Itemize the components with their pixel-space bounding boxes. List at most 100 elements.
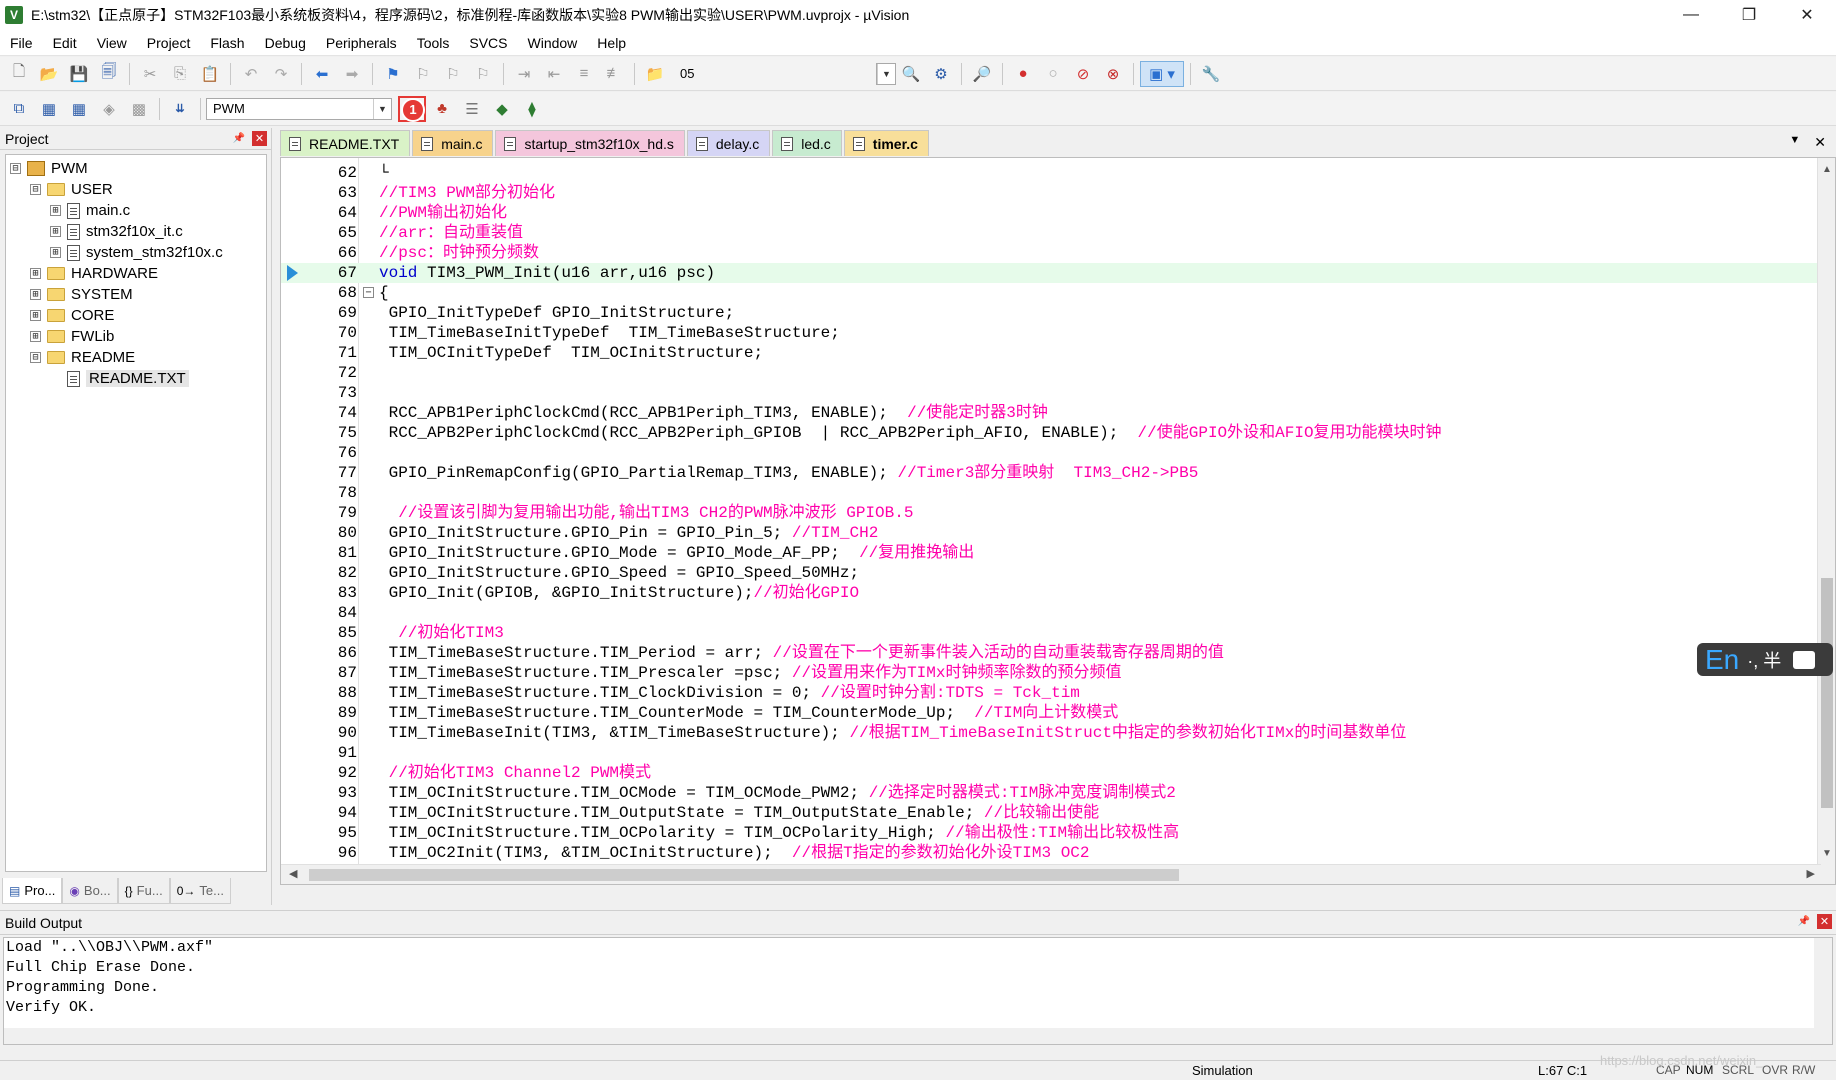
tree-item-core[interactable]: ⊞ CORE: [30, 304, 114, 327]
tree-item-main-c[interactable]: ⊞ main.c: [50, 199, 130, 222]
code-line[interactable]: 94 TIM_OCInitStructure.TIM_OutputState =…: [281, 803, 1821, 823]
code-line[interactable]: 74 RCC_APB1PeriphClockCmd(RCC_APB1Periph…: [281, 403, 1821, 423]
code-line[interactable]: 71 TIM_OCInitTypeDef TIM_OCInitStructure…: [281, 343, 1821, 363]
expand-icon[interactable]: ⊞: [30, 268, 41, 279]
expand-icon[interactable]: ⊞: [30, 289, 41, 300]
tree-item-readme-txt[interactable]: README.TXT: [67, 367, 189, 390]
open-file-icon[interactable]: 📂: [35, 61, 63, 87]
code-line[interactable]: 95 TIM_OCInitStructure.TIM_OCPolarity = …: [281, 823, 1821, 843]
expand-icon[interactable]: ⊞: [50, 226, 61, 237]
code-line[interactable]: 85 //初始化TIM3: [281, 623, 1821, 643]
tree-item-pwm[interactable]: ⊟ PWM: [10, 157, 88, 180]
code-line[interactable]: 88 TIM_TimeBaseStructure.TIM_ClockDivisi…: [281, 683, 1821, 703]
code-line[interactable]: 91: [281, 743, 1821, 763]
target-select[interactable]: PWM ▼: [206, 97, 392, 120]
editor-vertical-scrollbar[interactable]: ▲ ▼: [1817, 158, 1835, 884]
tab-startup-s[interactable]: startup_stm32f10x_hd.s: [495, 130, 685, 156]
close-tab-icon[interactable]: ✕: [1814, 134, 1826, 151]
code-line[interactable]: 77 GPIO_PinRemapConfig(GPIO_PartialRemap…: [281, 463, 1821, 483]
scroll-down-icon[interactable]: ▼: [1818, 844, 1835, 862]
code-line[interactable]: 82 GPIO_InitStructure.GPIO_Speed = GPIO_…: [281, 563, 1821, 583]
code-line[interactable]: 87 TIM_TimeBaseStructure.TIM_Prescaler =…: [281, 663, 1821, 683]
tree-item-system-stm32f10x[interactable]: ⊞ system_stm32f10x.c: [50, 241, 223, 264]
uncomment-icon[interactable]: ≢: [600, 61, 628, 87]
tab-templates[interactable]: 0→ Te...: [169, 878, 231, 904]
menu-view[interactable]: View: [87, 30, 137, 56]
scroll-up-icon[interactable]: ▲: [1818, 160, 1835, 178]
scroll-thumb[interactable]: [309, 869, 1179, 881]
tree-item-hardware[interactable]: ⊞ HARDWARE: [30, 262, 158, 285]
collapse-icon[interactable]: ⊟: [30, 184, 41, 195]
window-layout-icon[interactable]: ▣ ▾: [1140, 60, 1184, 87]
comment-icon[interactable]: ≡: [570, 61, 598, 87]
cut-icon[interactable]: ✂: [136, 61, 164, 87]
menu-window[interactable]: Window: [518, 30, 588, 56]
close-icon[interactable]: ✕: [1817, 914, 1832, 929]
collapse-icon[interactable]: ⊟: [30, 352, 41, 363]
build-icon[interactable]: ▦: [35, 96, 63, 122]
redo-icon[interactable]: ↷: [267, 61, 295, 87]
code-line[interactable]: 80 GPIO_InitStructure.GPIO_Pin = GPIO_Pi…: [281, 523, 1821, 543]
expand-icon[interactable]: ⊞: [30, 331, 41, 342]
build-output-horizontal-scrollbar[interactable]: [4, 1028, 1816, 1044]
code-line[interactable]: 75 RCC_APB2PeriphClockCmd(RCC_APB2Periph…: [281, 423, 1821, 443]
find-combo[interactable]: 05: [674, 63, 876, 85]
rebuild-icon[interactable]: ▦: [65, 96, 93, 122]
tab-list-dropdown-icon[interactable]: ▼: [1789, 134, 1800, 151]
menu-svcs[interactable]: SVCS: [459, 30, 517, 56]
prev-bookmark-icon[interactable]: ⚐: [409, 61, 437, 87]
next-bookmark-icon[interactable]: ⚐: [439, 61, 467, 87]
menu-tools[interactable]: Tools: [407, 30, 460, 56]
expand-icon[interactable]: ⊞: [30, 310, 41, 321]
code-line[interactable]: 64 //PWM输出初始化: [281, 203, 1821, 223]
find-icon[interactable]: 🔍: [897, 61, 925, 87]
tab-timer-c[interactable]: timer.c: [843, 130, 929, 156]
close-button[interactable]: ✕: [1778, 0, 1836, 30]
code-line[interactable]: 90 TIM_TimeBaseInit(TIM3, &TIM_TimeBaseS…: [281, 723, 1821, 743]
code-line[interactable]: 68−{: [281, 283, 1821, 303]
target-options-icon[interactable]: 1: [398, 95, 426, 122]
collapse-icon[interactable]: ⊟: [10, 163, 21, 174]
paste-icon[interactable]: 📋: [196, 61, 224, 87]
pin-icon[interactable]: 📌: [1797, 914, 1811, 928]
tab-project[interactable]: ▤ Pro...: [2, 878, 63, 904]
restore-button[interactable]: ❐: [1720, 0, 1778, 30]
menu-debug[interactable]: Debug: [255, 30, 316, 56]
code-line[interactable]: 83 GPIO_Init(GPIOB, &GPIO_InitStructure)…: [281, 583, 1821, 603]
breakpoint-icon[interactable]: ●: [1009, 61, 1037, 87]
code-line[interactable]: 78: [281, 483, 1821, 503]
save-all-icon[interactable]: 🗐: [95, 61, 123, 87]
configure-wrench-icon[interactable]: 🔧: [1197, 61, 1225, 87]
editor-horizontal-scrollbar[interactable]: ◀ ▶: [281, 864, 1821, 884]
scroll-left-icon[interactable]: ◀: [289, 867, 297, 880]
bookmark-icon[interactable]: ⚑: [379, 61, 407, 87]
code-line[interactable]: 70 TIM_TimeBaseInitTypeDef TIM_TimeBaseS…: [281, 323, 1821, 343]
navigate-back-icon[interactable]: ⬅: [308, 61, 336, 87]
menu-file[interactable]: File: [0, 30, 43, 56]
tab-delay-c[interactable]: delay.c: [686, 130, 771, 156]
menu-edit[interactable]: Edit: [43, 30, 87, 56]
code-line[interactable]: 84: [281, 603, 1821, 623]
code-line[interactable]: 66 //psc：时钟预分频数: [281, 243, 1821, 263]
build-output-vertical-scrollbar[interactable]: [1814, 938, 1832, 1044]
code-line[interactable]: 69 GPIO_InitTypeDef GPIO_InitStructure;: [281, 303, 1821, 323]
code-line[interactable]: 96 TIM_OC2Init(TIM3, &TIM_OCInitStructur…: [281, 843, 1821, 863]
expand-icon[interactable]: ⊞: [50, 205, 61, 216]
tree-item-system[interactable]: ⊞ SYSTEM: [30, 283, 133, 306]
indent-icon[interactable]: ⇥: [510, 61, 538, 87]
translate-icon[interactable]: ⧉: [5, 96, 33, 122]
code-line[interactable]: 92 //初始化TIM3 Channel2 PWM模式: [281, 763, 1821, 783]
new-file-icon[interactable]: 🗋: [5, 61, 33, 87]
unindent-icon[interactable]: ⇤: [540, 61, 568, 87]
code-line[interactable]: 81 GPIO_InitStructure.GPIO_Mode = GPIO_M…: [281, 543, 1821, 563]
menu-help[interactable]: Help: [587, 30, 636, 56]
manage-runtime-icon[interactable]: ◆: [488, 96, 516, 122]
tab-main-c[interactable]: main.c: [412, 130, 494, 156]
code-line[interactable]: 93 TIM_OCInitStructure.TIM_OCMode = TIM_…: [281, 783, 1821, 803]
tab-functions[interactable]: {} Fu...: [117, 878, 170, 904]
menu-peripherals[interactable]: Peripherals: [316, 30, 407, 56]
clear-bookmarks-icon[interactable]: ⚐: [469, 61, 497, 87]
menu-project[interactable]: Project: [137, 30, 201, 56]
incremental-find-icon[interactable]: ⚙: [927, 61, 955, 87]
build-output-text[interactable]: Load "..\\OBJ\\PWM.axf" Full Chip Erase …: [3, 937, 1833, 1045]
